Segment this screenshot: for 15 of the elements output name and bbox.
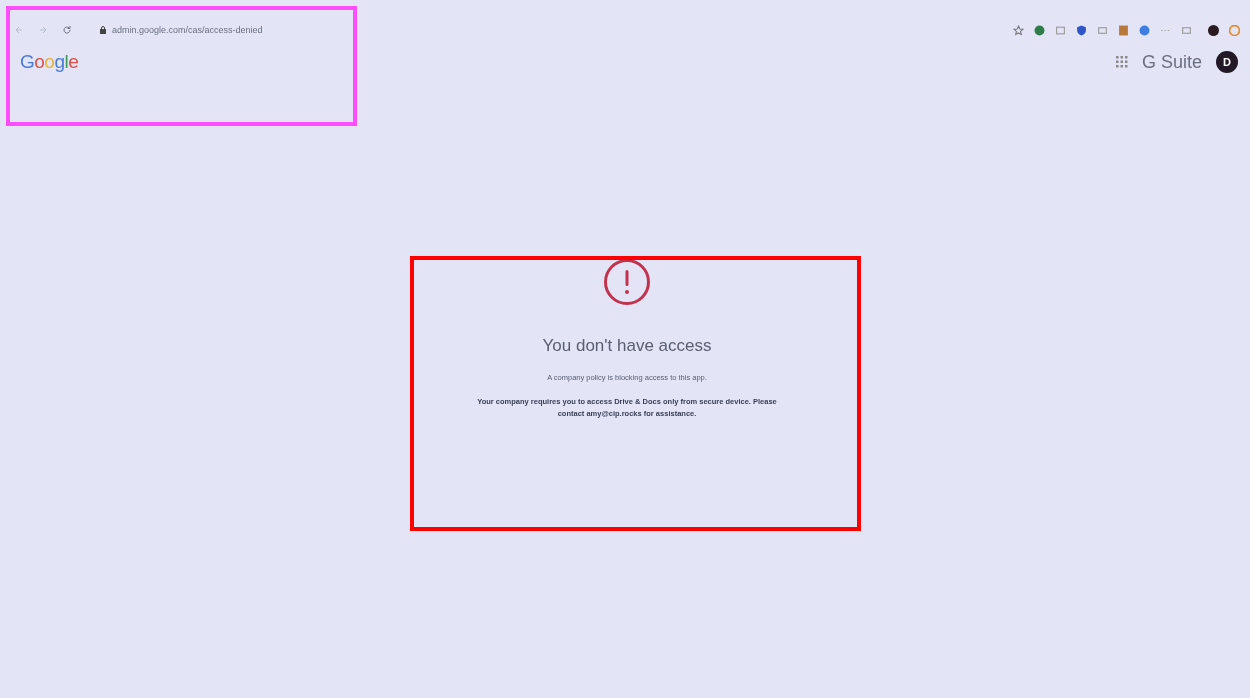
star-icon[interactable] [1013,24,1024,36]
forward-icon[interactable] [38,25,48,35]
logo[interactable]: Google [20,51,79,73]
address-bar[interactable]: admin.google.com/cas/access-denied [112,25,263,35]
alert-icon [603,258,651,306]
reload-icon[interactable] [62,25,72,35]
back-icon[interactable] [14,25,24,35]
product-name: G Suite [1141,51,1202,73]
message-title: You don't have access [542,336,712,356]
shield-icon[interactable] [1076,24,1087,36]
book-icon[interactable] [1118,24,1129,36]
lock-icon [100,26,106,34]
apps-grid-icon[interactable] [1115,56,1128,68]
profile-icon[interactable] [1208,24,1219,36]
avatar[interactable]: D [1216,51,1238,73]
